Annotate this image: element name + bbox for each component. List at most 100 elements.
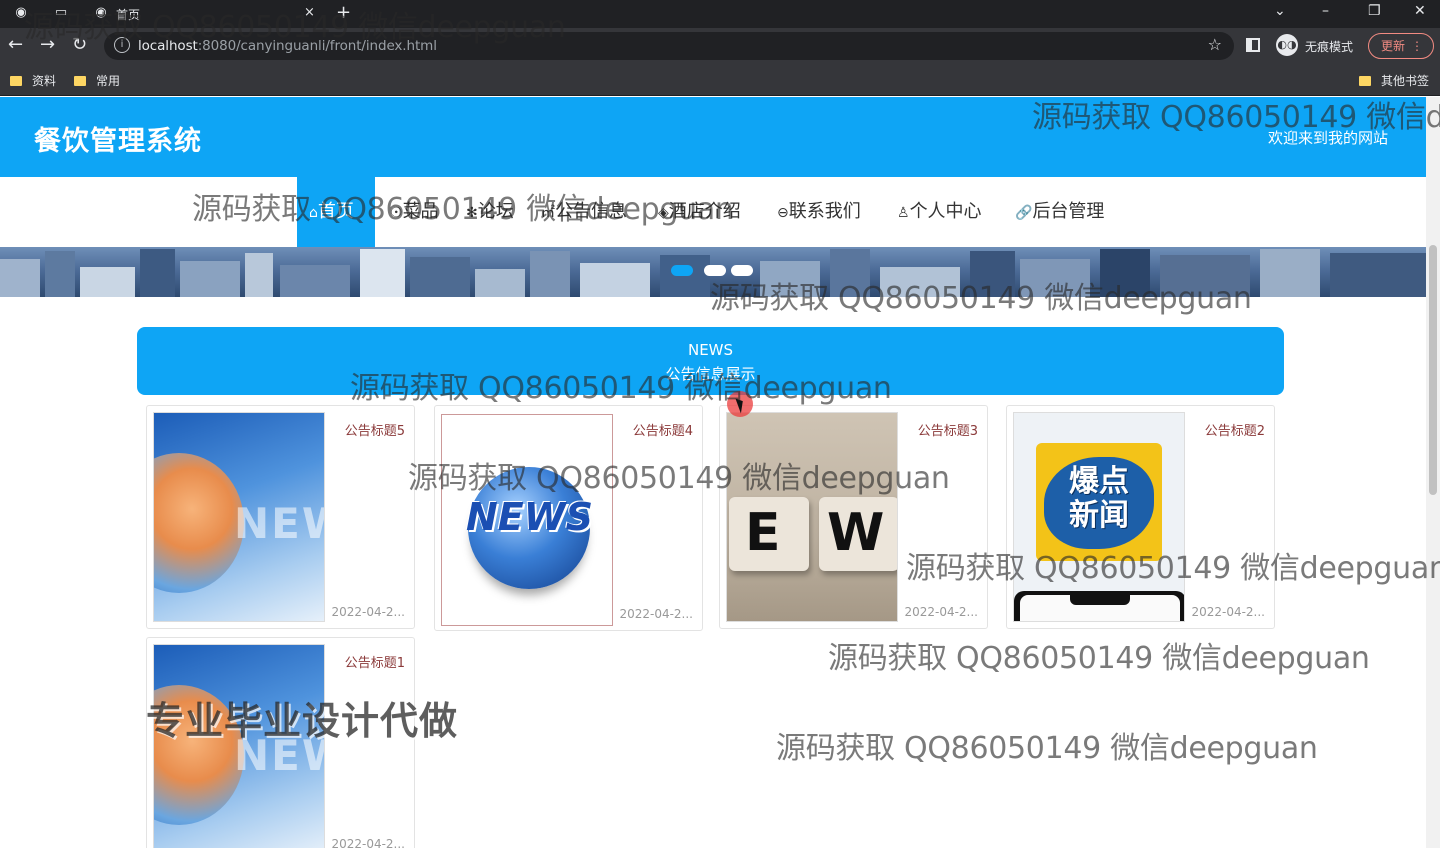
nav-home[interactable]: ⌂首页 — [297, 177, 375, 247]
site-info-icon[interactable]: i — [114, 37, 130, 53]
browser-toolbar: ← → ↻ i localhost:8080/canyinguanli/fron… — [0, 28, 1440, 64]
news-card-date: 2022-04-2... — [331, 837, 405, 848]
carousel-dot-active[interactable] — [671, 265, 693, 276]
news-card[interactable]: NEW 公告标题5 2022-04-2... — [146, 405, 415, 629]
nav-dishes[interactable]: ☉菜品 — [390, 177, 439, 247]
banner-building — [0, 259, 40, 297]
tab-close-button[interactable]: × — [304, 5, 315, 20]
badge-line: 爆点 — [1069, 464, 1129, 499]
news-card[interactable]: 爆点 新闻 公告标题2 2022-04-2... — [1006, 405, 1275, 629]
bookmark-label: 常用 — [96, 74, 121, 88]
bookmark-folder-ziliao[interactable]: 资料 — [10, 72, 56, 89]
back-arrow-icon[interactable]: ← — [8, 35, 23, 55]
site-header: 餐饮管理系统 欢迎来到我的网站 — [0, 97, 1426, 177]
scrollbar-thumb[interactable] — [1429, 245, 1437, 495]
nav-label: 个人中心 — [909, 201, 982, 222]
banner-building — [245, 253, 273, 297]
news-card-date: 2022-04-2... — [904, 605, 978, 619]
bookmark-folder-changyong[interactable]: 常用 — [74, 72, 120, 89]
banner-building — [1260, 249, 1320, 297]
news-card-image[interactable]: NEWS — [441, 414, 613, 626]
welcome-text: 欢迎来到我的网站 — [1268, 129, 1389, 147]
site-title: 餐饮管理系统 — [34, 126, 202, 157]
nav-label: 首页 — [317, 201, 354, 222]
news-card-date: 2022-04-2... — [331, 605, 405, 619]
address-url[interactable]: localhost:8080/canyinguanli/front/index.… — [138, 38, 437, 54]
news-card-title[interactable]: 公告标题3 — [918, 420, 978, 439]
news-card-title[interactable]: 公告标题2 — [1205, 420, 1265, 439]
reload-icon[interactable]: ↻ — [72, 35, 87, 55]
news-card-image[interactable]: NEW — [153, 644, 325, 848]
nav-label: 酒店介绍 — [668, 201, 741, 222]
nav-forum[interactable]: ✻论坛 — [466, 177, 514, 247]
side-panel-icon[interactable] — [1246, 38, 1260, 52]
nav-announcements[interactable]: ㎡公告信息 — [541, 177, 627, 247]
other-bookmarks-folder[interactable]: 其他书签 — [1359, 72, 1429, 89]
carousel-banner[interactable] — [0, 247, 1426, 297]
banner-building — [660, 255, 710, 297]
nav-label: 后台管理 — [1032, 201, 1105, 222]
nav-label: 菜品 — [402, 201, 439, 222]
url-path: :8080/canyinguanli/front/index.html — [197, 38, 437, 54]
carousel-dot[interactable] — [731, 265, 753, 276]
news-section-header: NEWS 公告信息展示 — [137, 327, 1284, 395]
news-card[interactable]: NEWS 公告标题4 2022-04-2... — [434, 405, 703, 631]
news-card-title[interactable]: 公告标题5 — [345, 420, 405, 439]
cube-letter: W — [827, 503, 885, 563]
browser-tab[interactable]: ◉ 首页 × — [84, 2, 324, 28]
banner-building — [140, 249, 175, 297]
phone-notch — [1070, 595, 1130, 605]
banner-building — [580, 263, 650, 297]
carousel-dot[interactable] — [704, 265, 726, 276]
user-icon: ♙ — [897, 205, 910, 221]
address-bar[interactable]: i localhost:8080/canyinguanli/front/inde… — [104, 32, 1234, 60]
news-card-image[interactable]: 爆点 新闻 — [1013, 412, 1185, 622]
incognito-label[interactable]: 无痕模式 — [1305, 38, 1353, 55]
folder-icon — [10, 76, 22, 86]
announcement-icon: ㎡ — [541, 205, 555, 221]
main-nav: ⌂首页 ☉菜品 ✻论坛 ㎡公告信息 ◈酒店介绍 ⊖联系我们 ♙个人中心 🔗后台管… — [0, 177, 1426, 247]
news-card-image[interactable]: NEW — [153, 412, 325, 622]
nav-contact[interactable]: ⊖联系我们 — [777, 177, 861, 247]
news-card-title[interactable]: 公告标题4 — [633, 420, 693, 439]
globe-icon[interactable]: ◉ — [12, 4, 30, 22]
page-scrollbar[interactable] — [1426, 97, 1440, 848]
bookmark-label: 其他书签 — [1381, 74, 1430, 88]
banner-building — [1160, 255, 1250, 297]
news-card-date: 2022-04-2... — [1191, 605, 1265, 619]
news-card[interactable]: E W 公告标题3 2022-04-2... — [719, 405, 988, 629]
browser-tab-strip: ◉ ▭ ◉ 首页 × + ⌄ – ❐ ✕ — [0, 0, 1440, 28]
tab-list-chevron-icon[interactable]: ⌄ — [1274, 3, 1286, 19]
restore-button[interactable]: ❐ — [1368, 3, 1381, 19]
update-button[interactable]: 更新 ⋮ — [1368, 33, 1434, 59]
new-tab-button[interactable]: + — [336, 2, 351, 23]
nav-label: 公告信息 — [555, 201, 627, 222]
banner-building — [760, 261, 820, 297]
banner-building — [280, 265, 350, 297]
tab-search-icon[interactable]: ▭ — [52, 4, 70, 22]
close-window-button[interactable]: ✕ — [1414, 3, 1426, 19]
folder-icon — [74, 76, 86, 86]
bookmark-label: 资料 — [32, 74, 57, 88]
folder-icon — [1359, 76, 1371, 86]
banner-building — [410, 257, 470, 297]
nav-hotel-intro[interactable]: ◈酒店介绍 — [658, 177, 741, 247]
minimize-button[interactable]: – — [1322, 3, 1329, 19]
banner-building — [530, 251, 570, 297]
banner-building — [1100, 249, 1150, 297]
globe-graphic — [154, 453, 244, 593]
nav-user-center[interactable]: ♙个人中心 — [897, 177, 982, 247]
menu-dots-icon[interactable]: ⋮ — [1411, 34, 1423, 58]
news-card-image[interactable]: E W — [726, 412, 898, 622]
badge-text: 爆点 新闻 — [1014, 465, 1184, 533]
forward-arrow-icon[interactable]: → — [40, 35, 55, 55]
news-card-title[interactable]: 公告标题1 — [345, 652, 405, 671]
nav-label: 论坛 — [477, 201, 514, 222]
update-label: 更新 — [1381, 39, 1406, 53]
badge-line: 新闻 — [1069, 498, 1129, 533]
incognito-icon[interactable]: ◐◑ — [1276, 34, 1298, 56]
bookmark-star-icon[interactable]: ☆ — [1208, 35, 1222, 54]
nav-admin[interactable]: 🔗后台管理 — [1015, 177, 1104, 247]
banner-building — [830, 249, 870, 297]
banner-building — [1020, 259, 1090, 297]
